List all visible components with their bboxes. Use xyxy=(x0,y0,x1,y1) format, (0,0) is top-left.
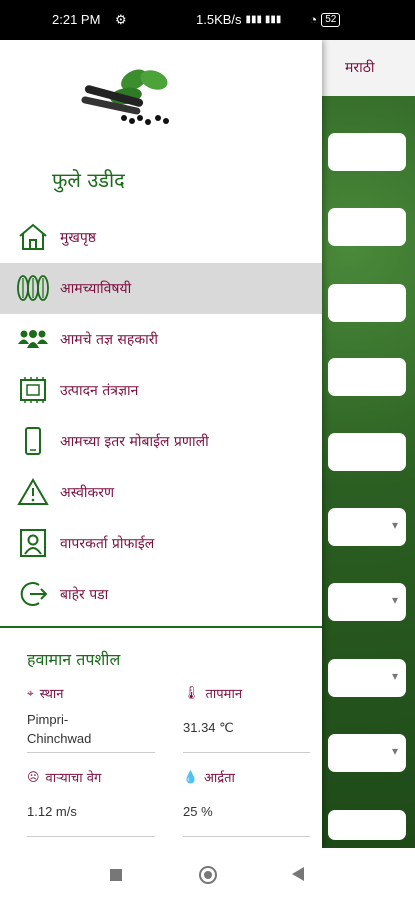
home-icon xyxy=(19,223,47,250)
menu-item-label: वापरकर्ता प्रोफाईल xyxy=(60,536,155,552)
background-field xyxy=(328,133,406,171)
background-dropdown xyxy=(328,734,406,772)
app-logo xyxy=(76,58,176,142)
background-field xyxy=(328,208,406,246)
menu-item-disclaimer[interactable]: अस्वीकरण xyxy=(0,467,322,518)
droplet-icon: 💧 xyxy=(183,770,198,784)
status-indicators: 1.5KB/s ▮▮▮ ▮▮▮ ◔ 52 xyxy=(196,12,341,27)
thermometer-icon: 🌡 xyxy=(183,685,200,701)
field-underline xyxy=(27,836,155,837)
menu-item-label: आमच्याविषयी xyxy=(60,281,132,297)
team-icon xyxy=(18,330,48,348)
status-time: 2:21 PM xyxy=(52,12,101,27)
weather-title: हवामान तपशील xyxy=(27,650,121,669)
background-field xyxy=(328,284,406,322)
menu-item-label: मुखपृष्ठ xyxy=(60,230,97,246)
menu-item-label: आमचे तज्ञ सहकारी xyxy=(60,332,159,348)
menu-item-other-apps[interactable]: आमच्या इतर मोबाईल प्रणाली xyxy=(0,416,322,467)
background-dropdown xyxy=(328,583,406,621)
system-navigation-bar xyxy=(0,848,415,900)
menu-item-user-profile[interactable]: वापरकर्ता प्रोफाईल xyxy=(0,518,322,569)
app-title: फुले उडीद xyxy=(52,168,125,192)
network-speed: 1.5KB/s xyxy=(196,12,242,27)
location-pin-icon: ⌖ xyxy=(27,685,34,700)
menu-item-experts[interactable]: आमचे तज्ञ सहकारी xyxy=(0,314,322,365)
location-value: Pimpri- Chinchwad xyxy=(27,712,92,746)
field-underline xyxy=(183,752,310,753)
navigation-drawer: फुले उडीद मुखपृष्ठ आमच्याविषयी आमचे तज्ञ… xyxy=(0,40,322,848)
background-dropdown xyxy=(328,659,406,697)
humidity-label: 💧 आर्द्रता xyxy=(183,770,235,786)
home-button[interactable] xyxy=(199,866,217,884)
humidity-value: 25 % xyxy=(183,804,213,819)
field-underline xyxy=(183,836,310,837)
leaves-icon xyxy=(17,275,49,301)
menu-item-label: उत्पादन तंत्रज्ञान xyxy=(60,383,139,399)
background-field xyxy=(328,433,406,471)
background-dropdown xyxy=(328,508,406,546)
battery-icon: 52 xyxy=(321,12,341,27)
menu-item-production-tech[interactable]: उत्पादन तंत्रज्ञान xyxy=(0,365,322,416)
menu-item-label: अस्वीकरण xyxy=(60,485,115,501)
background-field xyxy=(328,810,406,840)
wifi-icon: ◔ xyxy=(309,12,318,27)
chip-icon xyxy=(20,377,46,403)
back-button[interactable] xyxy=(292,867,304,881)
temperature-value: 31.34 ℃ xyxy=(183,720,234,735)
wind-speed-value: 1.12 m/s xyxy=(27,804,77,819)
recents-button[interactable] xyxy=(110,869,122,881)
location-label: ⌖ स्थान xyxy=(27,685,64,703)
status-bar: 2:21 PM ⚙ 1.5KB/s ▮▮▮ ▮▮▮ ◔ 52 xyxy=(0,0,415,40)
phone-icon xyxy=(25,427,41,455)
warning-icon xyxy=(17,478,49,505)
settings-gear-icon: ⚙ xyxy=(115,12,127,27)
menu-item-home[interactable]: मुखपृष्ठ xyxy=(0,212,322,263)
field-underline xyxy=(27,752,155,753)
drawer-menu: मुखपृष्ठ आमच्याविषयी आमचे तज्ञ सहकारी उत… xyxy=(0,212,322,620)
language-toggle[interactable]: मराठी xyxy=(345,58,374,77)
temperature-label: 🌡 तापमान xyxy=(183,685,243,703)
menu-item-label: आमच्या इतर मोबाईल प्रणाली xyxy=(60,434,209,450)
logout-icon xyxy=(20,582,48,606)
drawer-divider xyxy=(0,626,322,628)
menu-item-about-us[interactable]: आमच्याविषयी xyxy=(0,263,322,314)
wind-speed-label: ☹ वाऱ्याचा वेग xyxy=(27,770,102,786)
menu-item-logout[interactable]: बाहेर पडा xyxy=(0,569,322,620)
wind-icon: ☹ xyxy=(27,770,40,784)
menu-item-label: बाहेर पडा xyxy=(60,587,109,603)
signal-icon: ▮▮▮ ▮▮▮ xyxy=(245,14,282,25)
profile-icon xyxy=(20,529,46,557)
background-field xyxy=(328,358,406,396)
